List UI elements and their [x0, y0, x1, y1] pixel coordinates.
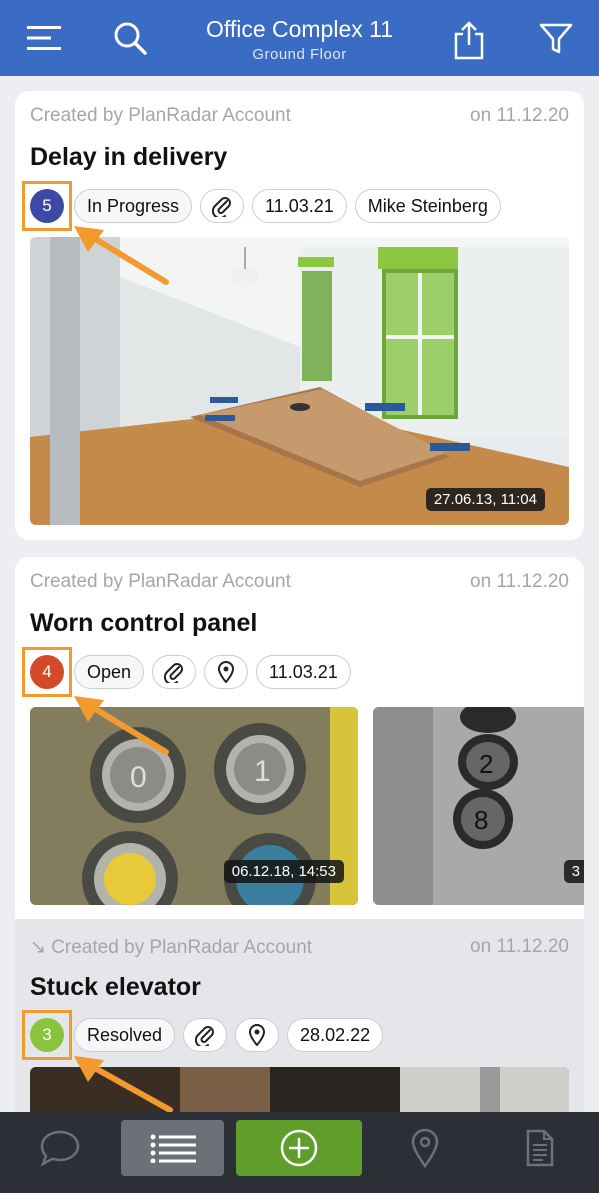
add-ticket-button[interactable]: [236, 1120, 362, 1176]
location-icon[interactable]: [385, 1120, 465, 1176]
status-chip[interactable]: In Progress: [74, 189, 193, 223]
due-date-chip[interactable]: 11.03.21: [256, 655, 351, 689]
photo-timestamp: 06.12.18, 14:53: [223, 860, 344, 883]
attachment-icon[interactable]: [200, 189, 245, 223]
created-by-label: Created by PlanRadar Account: [30, 105, 291, 126]
document-icon[interactable]: [500, 1120, 580, 1176]
attachment-icon[interactable]: [183, 1018, 228, 1052]
highlight-arrow: [74, 1056, 173, 1113]
filter-icon[interactable]: [536, 18, 576, 58]
created-date: on 11.12.20: [470, 105, 569, 126]
ticket-title: Worn control panel: [30, 609, 258, 637]
ticket-number-highlight: 3: [22, 1010, 72, 1060]
svg-text:0: 0: [130, 761, 147, 794]
svg-text:1: 1: [254, 755, 271, 788]
due-date-chip[interactable]: 28.02.22: [287, 1018, 384, 1052]
created-date: on 11.12.20: [470, 571, 569, 592]
svg-text:8: 8: [474, 805, 488, 835]
photo-timestamp-partial: 3: [563, 860, 584, 883]
svg-text:2: 2: [479, 749, 493, 779]
created-by-label: ↘ Created by PlanRadar Account: [30, 937, 313, 958]
location-pin-icon[interactable]: [235, 1018, 280, 1052]
ticket-title: Delay in delivery: [30, 143, 228, 171]
created-date: on 11.12.20: [470, 936, 569, 957]
assignee-chip[interactable]: Mike Steinberg: [354, 189, 501, 223]
ticket-number-badge: 5: [30, 189, 64, 223]
floor-subtitle: Ground Floor: [252, 46, 347, 63]
menu-icon[interactable]: [24, 18, 64, 58]
photo-timestamp: 27.06.13, 11:04: [425, 488, 545, 511]
ticket-number-badge: 4: [30, 655, 64, 689]
chat-icon[interactable]: [20, 1120, 100, 1176]
attachment-icon[interactable]: [152, 655, 197, 689]
status-chip[interactable]: Resolved: [74, 1018, 176, 1052]
highlight-arrow: [74, 226, 169, 285]
share-icon[interactable]: [449, 20, 489, 60]
add-icon: [280, 1129, 318, 1167]
ticket-number-badge: 3: [30, 1018, 64, 1052]
search-icon[interactable]: [110, 18, 150, 58]
due-date-chip[interactable]: 11.03.21: [252, 189, 347, 223]
ticket-photo-buttons[interactable]: 2 8 3: [373, 707, 584, 905]
list-view-button[interactable]: [121, 1120, 224, 1176]
list-icon: [150, 1134, 196, 1163]
ticket-number-highlight: 4: [22, 647, 72, 697]
created-by-label: Created by PlanRadar Account: [30, 571, 291, 592]
top-app-bar: Office Complex 11 Ground Floor: [0, 0, 599, 76]
project-title: Office Complex 11: [205, 16, 394, 42]
status-chip[interactable]: Open: [74, 655, 145, 689]
location-pin-icon[interactable]: [204, 655, 249, 689]
bottom-navigation-bar: [0, 1112, 599, 1193]
ticket-number-highlight: 5: [22, 181, 72, 231]
ticket-title: Stuck elevator: [30, 973, 201, 1001]
highlight-arrow: [74, 696, 169, 755]
ticket-card[interactable]: Created by PlanRadar Account on 11.12.20…: [15, 91, 584, 540]
